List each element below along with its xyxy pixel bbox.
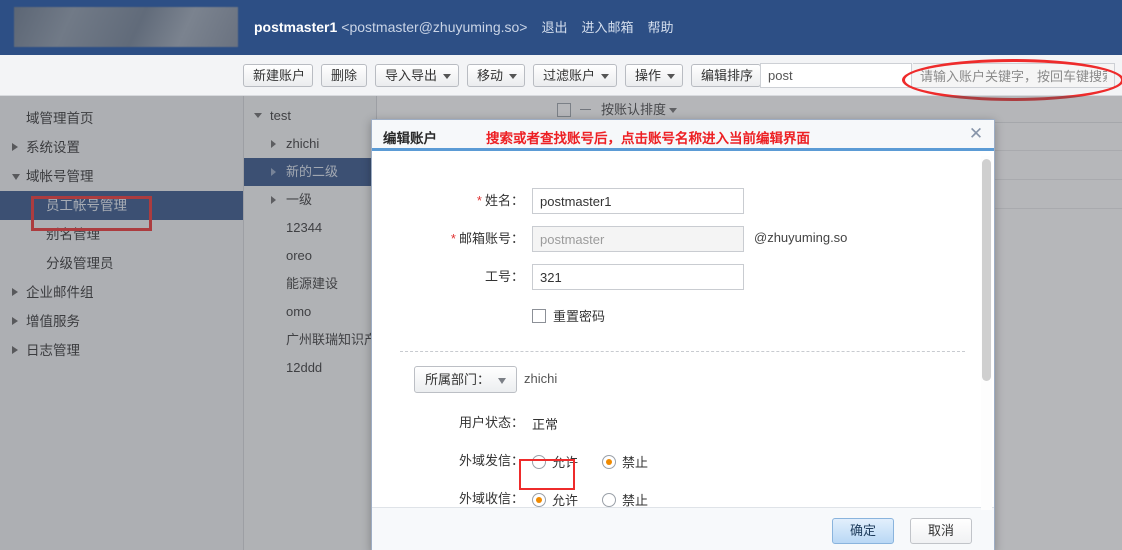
jobno-label: 工号： xyxy=(372,264,524,290)
dialog-annotation-note: 搜索或者查找账号后，点击账号名称进入当前编辑界面 xyxy=(486,127,810,147)
department-button-label: 所属部门： xyxy=(425,372,490,387)
inbound-allow-label: 允许 xyxy=(552,493,578,508)
name-input[interactable] xyxy=(532,188,744,214)
delete-label: 删除 xyxy=(331,68,357,83)
department-value: zhichi xyxy=(524,371,557,386)
inbound-deny-label: 禁止 xyxy=(622,493,648,508)
outbound-external-radio-group: 允许 禁止 xyxy=(532,452,672,471)
user-status-row: 用户状态： 正常 xyxy=(372,410,980,440)
help-link[interactable]: 帮助 xyxy=(648,20,674,35)
radio-selected-icon xyxy=(532,493,546,507)
section-divider xyxy=(400,351,965,352)
search-hint-input[interactable] xyxy=(913,63,1115,88)
outbound-deny-option[interactable]: 禁止 xyxy=(602,452,648,471)
dialog-title: 编辑账户 xyxy=(383,127,437,147)
logout-link[interactable]: 退出 xyxy=(541,20,567,35)
close-icon[interactable]: ✕ xyxy=(967,125,985,143)
chevron-down-icon xyxy=(509,74,517,79)
account-domain-suffix: @zhuyuming.so xyxy=(754,230,847,245)
user-email: <postmaster@zhuyuming.so> xyxy=(341,19,527,35)
radio-icon xyxy=(532,455,546,469)
edit-sort-label: 编辑排序 xyxy=(701,68,753,83)
chevron-down-icon xyxy=(601,74,609,79)
outbound-allow-label: 允许 xyxy=(552,455,578,470)
name-label-text: 姓名： xyxy=(485,193,524,208)
name-label: *姓名： xyxy=(372,188,524,214)
chevron-down-icon xyxy=(443,74,451,79)
account-toolbar: 新建账户 删除 导入导出 移动 过滤账户 操作 编辑排序 xyxy=(0,55,1122,96)
import-export-button[interactable]: 导入导出 xyxy=(375,64,459,87)
chevron-down-icon xyxy=(498,378,506,384)
filter-account-label: 过滤账户 xyxy=(543,68,595,83)
enter-mailbox-link[interactable]: 进入邮箱 xyxy=(581,20,633,35)
user-status-label: 用户状态： xyxy=(372,410,524,436)
department-row: 所属部门： zhichi xyxy=(372,366,980,396)
required-star-icon: * xyxy=(451,231,456,246)
outbound-allow-option[interactable]: 允许 xyxy=(532,452,578,471)
user-identity: postmaster1<postmaster@zhuyuming.so> 退出进入… xyxy=(254,17,674,38)
new-account-button[interactable]: 新建账户 xyxy=(243,64,313,87)
user-name: postmaster1 xyxy=(254,19,337,35)
logo-image xyxy=(14,7,238,47)
filter-account-button[interactable]: 过滤账户 xyxy=(533,64,617,87)
actions-button[interactable]: 操作 xyxy=(625,64,683,87)
name-field-row: *姓名： xyxy=(372,188,980,218)
import-export-label: 导入导出 xyxy=(385,68,437,83)
dialog-title-bar: 编辑账户 搜索或者查找账号后，点击账号名称进入当前编辑界面 ✕ xyxy=(372,120,994,151)
outbound-deny-label: 禁止 xyxy=(622,455,648,470)
actions-label: 操作 xyxy=(635,68,661,83)
user-status-value: 正常 xyxy=(532,414,558,433)
edit-sort-button[interactable]: 编辑排序 xyxy=(691,64,761,87)
checkbox-icon xyxy=(532,309,546,323)
radio-icon xyxy=(602,493,616,507)
outbound-external-row: 外域发信： 允许 禁止 xyxy=(372,448,980,478)
edit-account-dialog: 编辑账户 搜索或者查找账号后，点击账号名称进入当前编辑界面 ✕ *姓名： *邮箱… xyxy=(371,119,995,550)
department-dropdown-button[interactable]: 所属部门： xyxy=(414,366,517,393)
move-button[interactable]: 移动 xyxy=(467,64,525,87)
dialog-footer: 确定 取消 xyxy=(372,507,994,550)
delete-button[interactable]: 删除 xyxy=(321,64,367,87)
search-input[interactable] xyxy=(760,63,912,88)
cancel-button[interactable]: 取消 xyxy=(910,518,972,544)
jobno-input[interactable] xyxy=(532,264,744,290)
confirm-button[interactable]: 确定 xyxy=(832,518,894,544)
new-account-label: 新建账户 xyxy=(253,68,305,83)
account-label: *邮箱账号： xyxy=(372,226,524,252)
outbound-external-label: 外域发信： xyxy=(372,448,524,474)
move-label: 移动 xyxy=(477,68,503,83)
search-area xyxy=(760,63,1115,88)
radio-selected-icon xyxy=(602,455,616,469)
required-star-icon: * xyxy=(477,193,482,208)
account-field-row: *邮箱账号： @zhuyuming.so xyxy=(372,226,980,256)
account-input[interactable] xyxy=(532,226,744,252)
account-label-text: 邮箱账号： xyxy=(459,231,524,246)
reset-password-checkbox[interactable]: 重置密码 xyxy=(532,306,605,325)
top-header-bar: postmaster1<postmaster@zhuyuming.so> 退出进入… xyxy=(0,0,1122,56)
dialog-body: *姓名： *邮箱账号： @zhuyuming.so 工号： 重置密码 所属 xyxy=(372,154,994,512)
jobno-field-row: 工号： xyxy=(372,264,980,294)
reset-password-label: 重置密码 xyxy=(553,309,605,324)
app-root: postmaster1<postmaster@zhuyuming.so> 退出进入… xyxy=(0,0,1122,550)
chevron-down-icon xyxy=(667,74,675,79)
dialog-scrollbar-thumb[interactable] xyxy=(982,159,991,381)
reset-password-row: 重置密码 xyxy=(372,302,980,332)
